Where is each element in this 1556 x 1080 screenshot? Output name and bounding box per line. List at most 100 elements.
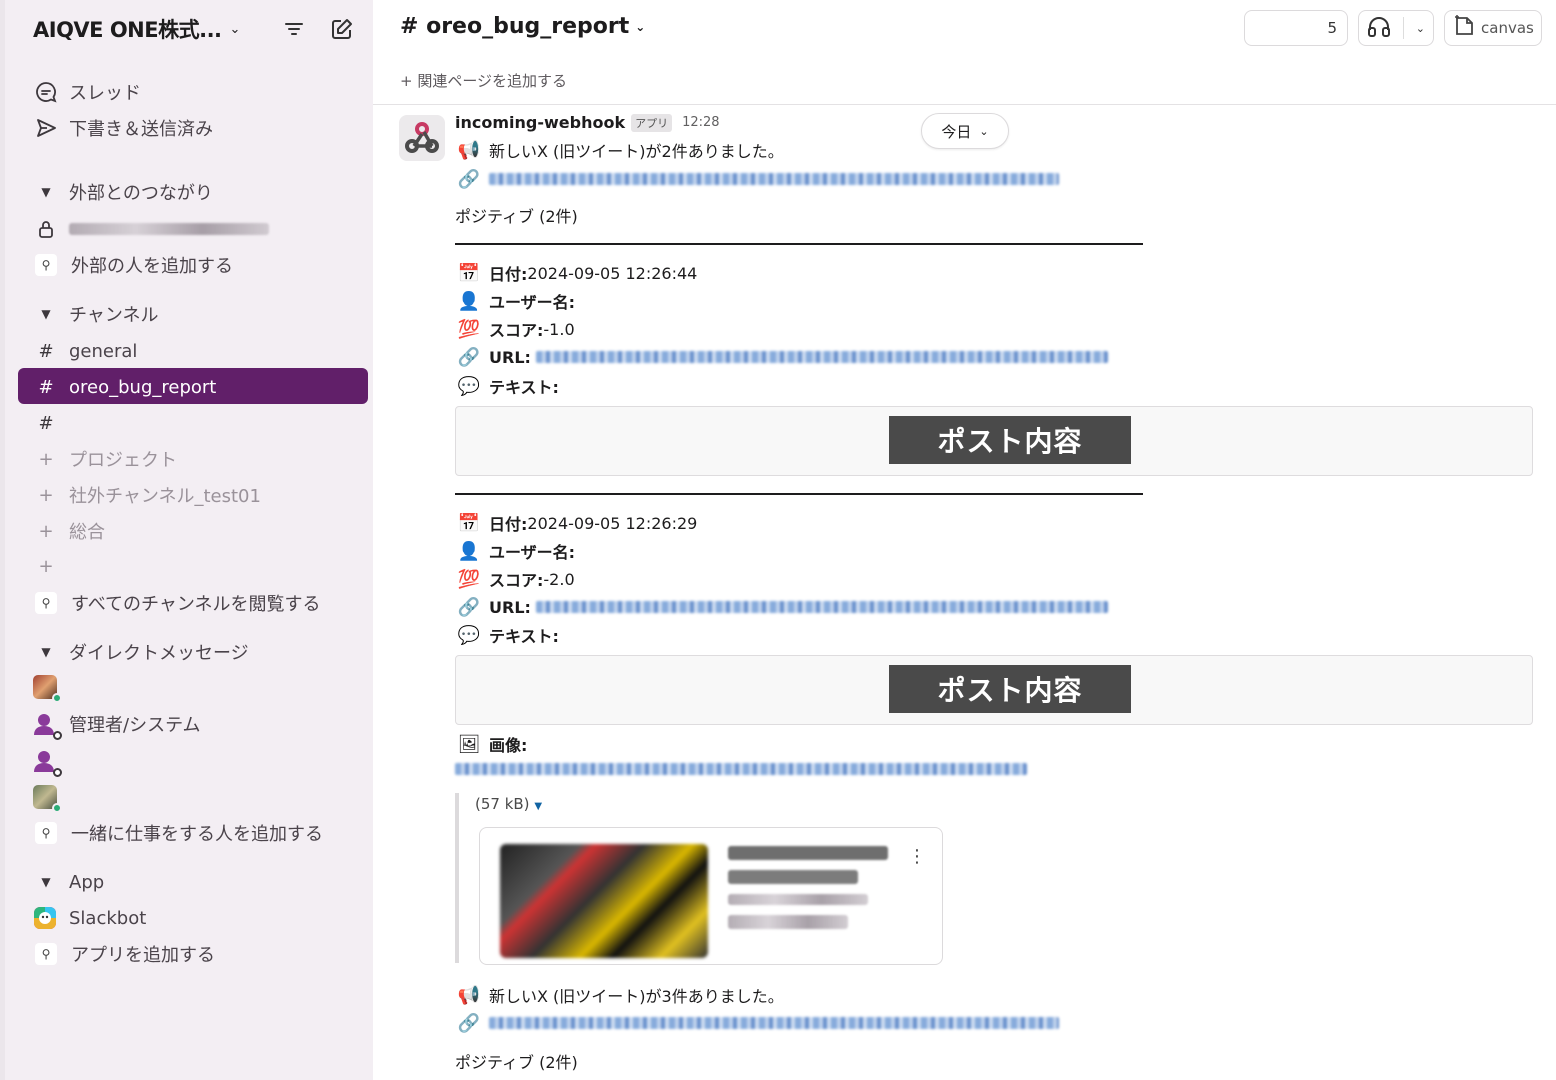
sidebar-item-label: 社外チャンネル_test01 [69,486,261,507]
date-label: 日付: [489,515,528,534]
workspace-name[interactable]: AIQVE ONE株式... [33,14,222,44]
link-icon: 🔗 [457,168,481,190]
workspace-header[interactable]: AIQVE ONE株式... ⌄ [33,14,363,44]
timestamp[interactable]: 12:28 [682,115,719,130]
url-label: URL: [489,597,531,617]
file-size: (57 kB) [475,795,530,813]
sidebar-item-label: 総合 [69,522,105,543]
dm-item-user4[interactable] [33,782,69,813]
attachment: (57 kB) ▼ ⋮ [455,793,945,965]
redacted-link[interactable] [536,351,1108,363]
section-direct-messages[interactable]: ▼ ダイレクトメッセージ [33,637,249,667]
date-label: 今日 [941,122,972,141]
post-2-url: 🔗 URL: [455,594,1108,620]
file-size-toggle[interactable]: (57 kB) ▼ [475,795,945,813]
app-badge: アプリ [631,113,673,132]
redacted-title [728,846,888,860]
section-label: ダイレクトメッセージ [69,643,249,664]
sidebar-item-project[interactable]: + プロジェクト [33,444,177,474]
dm-item-user3[interactable] [33,746,69,777]
redacted-stats [728,915,848,929]
plus-icon: + [400,72,418,90]
redacted-title [728,870,858,884]
lock-icon [33,220,59,238]
chevron-down-icon[interactable]: ⌄ [230,22,241,37]
sidebar-item-threads[interactable]: スレッド [33,77,141,107]
sidebar-item-unnamed-muted[interactable]: + [33,551,69,581]
canvas-button[interactable]: canvas [1444,10,1542,46]
add-page-label: 関連ページを追加する [417,72,568,90]
sidebar-item-general[interactable]: # general [33,336,137,366]
post-2-user: 👤 ユーザー名: [455,538,575,564]
hundred-icon: 💯 [457,568,481,590]
caret-down-icon: ▼ [41,645,51,659]
megaphone-icon: 📢 [457,139,481,161]
sidebar-item-external-test[interactable]: + 社外チャンネル_test01 [33,480,261,510]
add-external-button[interactable]: ⚲ 外部の人を追加する [33,250,233,280]
filter-icon[interactable] [281,16,307,42]
search-icon: ⚲ [35,254,57,276]
app-item-slackbot[interactable]: Slackbot [33,903,146,933]
post-1-content-box: ポスト内容 [455,406,1533,476]
chevron-down-icon: ⌄ [635,19,646,34]
sidebar-item-unnamed-channel[interactable]: # [33,408,69,438]
framed-picture-icon: 🖼 [457,733,481,755]
plus-icon: + [38,484,54,506]
redacted-link[interactable] [489,173,1059,185]
more-options-icon[interactable]: ⋮ [908,846,926,867]
hash-icon: # [38,376,54,398]
headphones-icon [1367,15,1391,41]
url-label: URL: [489,347,531,367]
redacted-meta [728,894,868,905]
add-apps-button[interactable]: ⚲ アプリを追加する [33,939,215,969]
link-line-1: 🔗 [455,166,1059,192]
link-preview-card[interactable]: ⋮ [479,827,943,965]
sidebar-item-label: general [69,340,138,362]
compose-icon[interactable] [329,16,355,42]
sender-name[interactable]: incoming-webhook [455,113,625,132]
webhook-avatar[interactable] [399,115,445,161]
sidebar-item-label: アプリを追加する [71,945,215,966]
user-icon [33,712,62,740]
headline-2: 📢 新しいX (旧ツイート)が3件ありました。 [455,982,784,1008]
post-content-label: ポスト内容 [889,416,1131,464]
section-channels[interactable]: ▼ チャンネル [33,299,158,329]
preview-thumbnail[interactable] [500,844,708,958]
hash-icon: # [38,340,54,362]
caret-down-icon: ▼ [534,801,543,812]
post-1-user: 👤 ユーザー名: [455,288,575,314]
dm-item-admin[interactable]: 管理者/システム [33,709,201,740]
sidebar-item-general-jp[interactable]: + 総合 [33,516,105,546]
member-count-button[interactable]: 5 [1244,10,1348,46]
user-label: ユーザー名: [489,293,576,312]
huddle-button[interactable]: ⌄ [1358,10,1434,46]
section-label: チャンネル [69,305,159,326]
score-value: -1.0 [543,319,575,339]
add-related-page-button[interactable]: + 関連ページを追加する [400,70,567,91]
redacted-link[interactable] [536,601,1108,613]
chevron-down-icon[interactable]: ⌄ [1416,22,1425,35]
message-header: incoming-webhook アプリ 12:28 [455,113,720,132]
browse-channels-button[interactable]: ⚲ すべてのチャンネルを閲覧する [33,588,320,618]
speech-bubble-icon: 💬 [457,624,481,646]
avatar [33,785,62,813]
sidebar-item-oreo-bug-report[interactable]: # oreo_bug_report [33,372,216,402]
add-coworkers-button[interactable]: ⚲ 一緒に仕事をする人を追加する [33,818,323,848]
post-2-content-box: ポスト内容 [455,655,1533,725]
headline-1: 📢 新しいX (旧ツイート)が2件ありました。 [455,137,784,163]
dm-item-user1[interactable] [33,672,69,703]
redacted-link[interactable] [455,763,1027,775]
online-status-icon [52,693,62,703]
sidebar-item-drafts[interactable]: 下書き＆送信済み [33,113,213,143]
user-label: ユーザー名: [489,543,576,562]
search-icon: ⚲ [35,943,57,965]
date-divider-button[interactable]: 今日 ⌄ [921,113,1009,149]
section-external[interactable]: ▼ 外部とのつながり [33,177,212,207]
redacted-link[interactable] [489,1017,1059,1029]
sidebar: AIQVE ONE株式... ⌄ スレッド 下書き＆送信済み ▼ 外部とのつなが… [0,0,373,1080]
section-app[interactable]: ▼ App [33,867,104,897]
sidebar-item-external-channel[interactable] [33,214,269,244]
headline-text: 新しいX (旧ツイート)が2件ありました。 [489,142,784,161]
channel-title-button[interactable]: # oreo_bug_report ⌄ [400,14,645,39]
caret-down-icon: ▼ [41,185,51,199]
